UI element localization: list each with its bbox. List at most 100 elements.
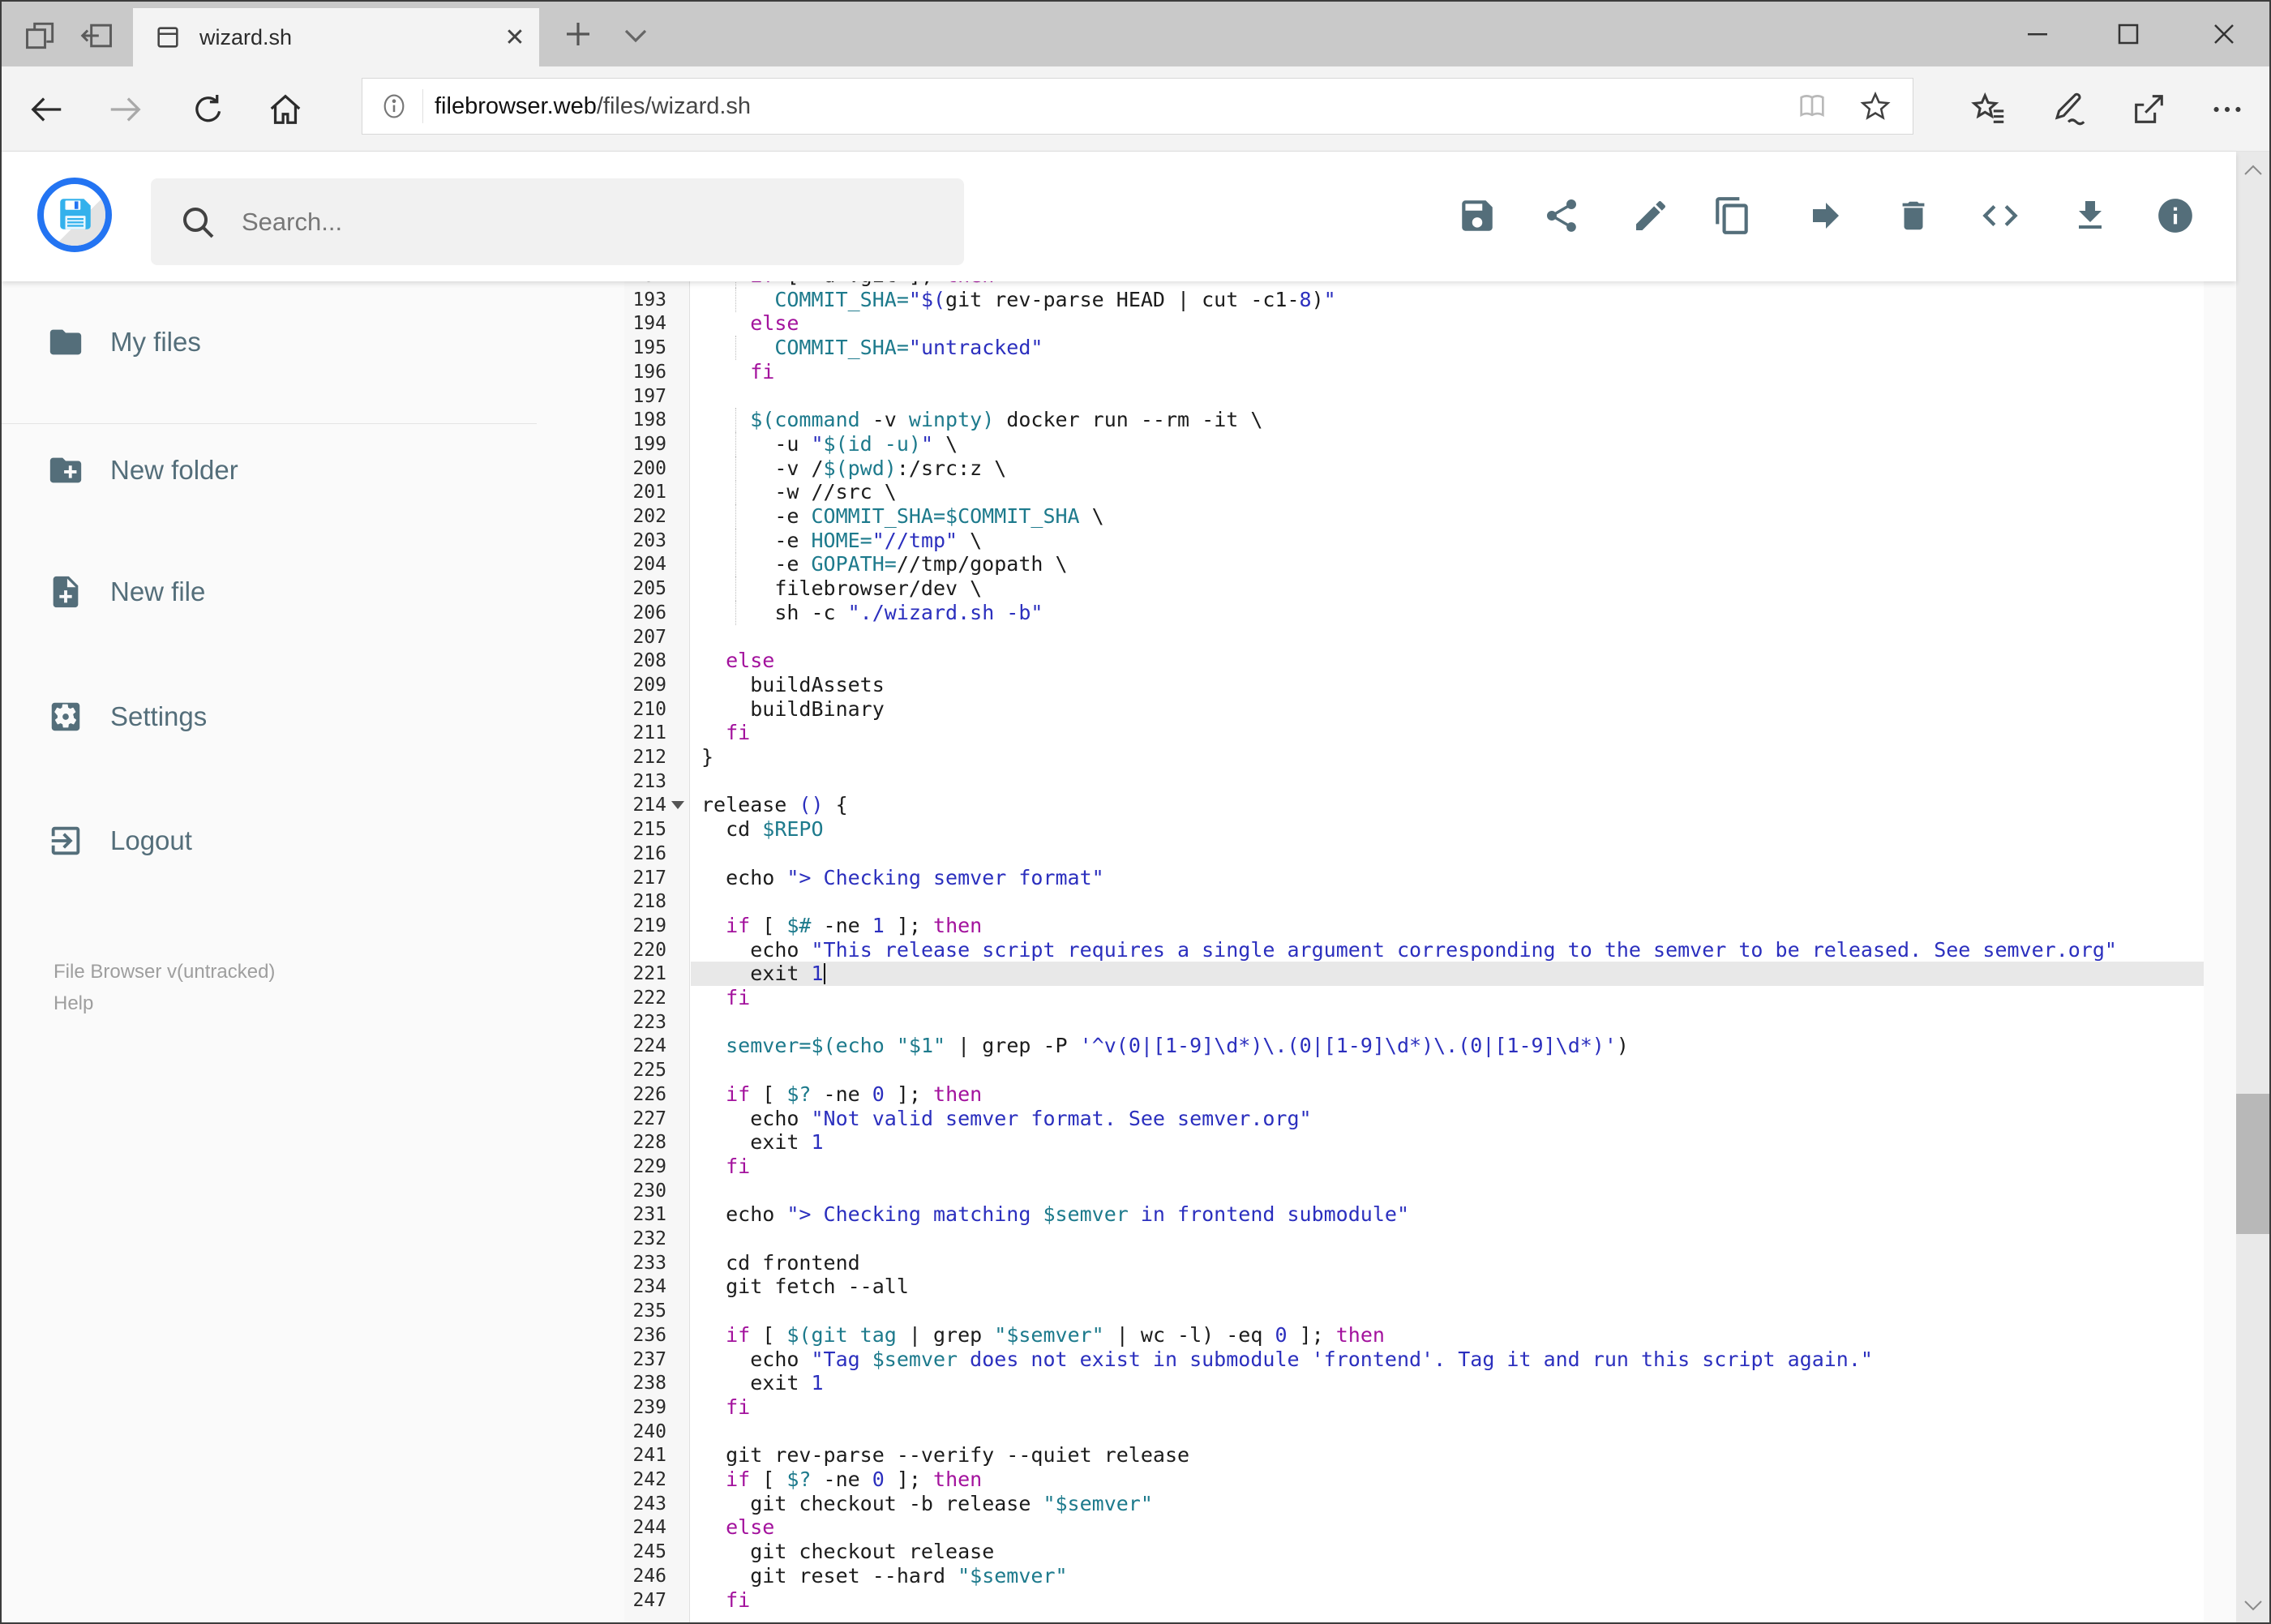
code-line-211[interactable]: 211 fi [624,721,2204,745]
new-tab-icon[interactable] [555,16,601,52]
code-line-198[interactable]: 198 $(command -v winpty) docker run --rm… [624,408,2204,433]
code-line-210[interactable]: 210 buildBinary [624,697,2204,722]
code-line-195[interactable]: 195 COMMIT_SHA="untracked" [624,336,2204,361]
code-line-246[interactable]: 246 git reset --hard "$semver" [624,1564,2204,1588]
code-line-208[interactable]: 208 else [624,649,2204,673]
code-line-225[interactable]: 225 [624,1058,2204,1082]
page-scrollbar[interactable] [2236,152,2269,1622]
sidebar-item-logout[interactable]: Logout [2,802,537,880]
scrollbar-thumb[interactable] [2236,1094,2269,1234]
code-line-220[interactable]: 220 echo "This release script requires a… [624,938,2204,962]
refresh-icon[interactable] [190,91,227,128]
code-line-237[interactable]: 237 echo "Tag $semver does not exist in … [624,1348,2204,1372]
code-line-213[interactable]: 213 [624,769,2204,794]
sidebar-item-new-folder[interactable]: New folder [2,431,537,509]
code-line-212[interactable]: 212} [624,745,2204,769]
code-line-239[interactable]: 239 fi [624,1395,2204,1420]
edit-pencil-icon[interactable] [1629,194,1673,238]
floppy-disk-logo[interactable] [37,178,112,252]
code-line-209[interactable]: 209 buildAssets [624,673,2204,697]
share-file-icon[interactable] [1540,194,1583,238]
code-line-223[interactable]: 223 [624,1010,2204,1035]
more-dots-icon[interactable] [2209,91,2246,128]
sidebar-item-my-files[interactable]: My files [2,303,537,381]
code-line-218[interactable]: 218 [624,889,2204,914]
close-window-button[interactable] [2183,2,2265,66]
code-line-226[interactable]: 226 if [ $? -ne 0 ]; then [624,1082,2204,1107]
reading-view-icon[interactable] [1796,90,1828,122]
code-line-245[interactable]: 245 git checkout release [624,1540,2204,1564]
code-line-234[interactable]: 234 git fetch --all [624,1275,2204,1299]
code-line-204[interactable]: 204 -e GOPATH=//tmp/gopath \ [624,552,2204,577]
code-line-206[interactable]: 206 sh -c "./wizard.sh -b" [624,600,2204,625]
sidebar-item-settings[interactable]: Settings [2,678,537,756]
code-line-217[interactable]: 217 echo "> Checking semver format" [624,866,2204,890]
code-line-196[interactable]: 196 fi [624,360,2204,384]
web-note-pen-icon[interactable] [2051,91,2089,128]
code-line-202[interactable]: 202 -e COMMIT_SHA=$COMMIT_SHA \ [624,504,2204,529]
sidebar-item-new-file[interactable]: New file [2,553,537,631]
hub-favorites-icon[interactable] [1971,91,2008,128]
scroll-down-icon[interactable] [2236,1588,2269,1622]
code-line-203[interactable]: 203 -e HOME="//tmp" \ [624,528,2204,553]
code-line-235[interactable]: 235 [624,1299,2204,1323]
url-text[interactable]: filebrowser.web/files/wizard.sh [435,93,751,120]
code-line-197[interactable]: 197 [624,384,2204,409]
minimize-button[interactable] [1997,2,2078,66]
code-line-241[interactable]: 241 git rev-parse --verify --quiet relea… [624,1443,2204,1468]
search-input[interactable]: Search... [151,178,964,265]
code-line-224[interactable]: 224 semver=$(echo "$1" | grep -P '^v(0|[… [624,1034,2204,1058]
tab-close-icon[interactable]: ✕ [491,13,539,62]
code-line-238[interactable]: 238 exit 1 [624,1371,2204,1395]
code-line-231[interactable]: 231 echo "> Checking matching $semver in… [624,1202,2204,1227]
code-line-242[interactable]: 242 if [ $? -ne 0 ]; then [624,1468,2204,1492]
code-line-216[interactable]: 216 [624,842,2204,866]
code-line-205[interactable]: 205 filebrowser/dev \ [624,576,2204,602]
tab-preview-icon[interactable] [23,18,58,54]
code-line-194[interactable]: 194 else [624,311,2204,336]
set-tabs-aside-icon[interactable] [79,18,115,54]
code-line-228[interactable]: 228 exit 1 [624,1130,2204,1155]
share-icon[interactable] [2130,91,2167,128]
code-line-221[interactable]: 221 exit 1 [624,962,2204,987]
fold-marker-icon[interactable] [671,801,684,810]
code-line-219[interactable]: 219 if [ $# -ne 1 ]; then [624,914,2204,938]
help-link[interactable]: Help [54,992,93,1015]
download-icon[interactable] [2068,194,2112,238]
scroll-up-icon[interactable] [2236,153,2269,187]
code-line-214[interactable]: 214 release () { [624,793,2204,817]
trash-icon[interactable] [1892,194,1935,238]
code-line-236[interactable]: 236 if [ $(git tag | grep "$semver" | wc… [624,1323,2204,1348]
address-bar[interactable]: filebrowser.web/files/wizard.sh [362,78,1913,135]
info-icon[interactable] [2153,194,2197,238]
code-line-200[interactable]: 200 -v /$(pwd):/src:z \ [624,456,2204,481]
code-line-240[interactable]: 240 [624,1420,2204,1444]
code-line-207[interactable]: 207 [624,625,2204,649]
code-line-193[interactable]: 193 COMMIT_SHA="$(git rev-parse HEAD | c… [624,287,2204,312]
code-line-222[interactable]: 222 fi [624,986,2204,1010]
move-arrow-icon[interactable] [1804,194,1848,238]
favorite-star-icon[interactable] [1859,90,1892,122]
tab-list-chevron-icon[interactable] [615,21,657,49]
code-line-244[interactable]: 244 else [624,1515,2204,1540]
code-line-215[interactable]: 215 cd $REPO [624,817,2204,842]
maximize-button[interactable] [2088,2,2169,66]
code-line-199[interactable]: 199 -u "$(id -u)" \ [624,431,2204,456]
active-tab[interactable]: wizard.sh ✕ [133,8,539,66]
code-line-233[interactable]: 233 cd frontend [624,1251,2204,1275]
copy-icon[interactable] [1711,194,1755,238]
code-line-243[interactable]: 243 git checkout -b release "$semver" [624,1492,2204,1516]
forward-icon[interactable] [106,91,144,128]
code-line-201[interactable]: 201 -w //src \ [624,480,2204,505]
page-info-icon[interactable] [380,92,408,120]
code-line-232[interactable]: 232 [624,1227,2204,1251]
save-icon[interactable] [1455,194,1499,238]
code-line-229[interactable]: 229 fi [624,1155,2204,1179]
code-line-230[interactable]: 230 [624,1179,2204,1203]
back-icon[interactable] [28,91,66,128]
code-line-227[interactable]: 227 echo "Not valid semver format. See s… [624,1107,2204,1131]
code-icon[interactable] [1978,194,2022,238]
code-line-247[interactable]: 247 fi [624,1588,2204,1613]
home-icon[interactable] [267,91,304,128]
code-editor[interactable]: 192 if [ -d .git ]; then193 COMMIT_SHA="… [624,281,2204,1622]
